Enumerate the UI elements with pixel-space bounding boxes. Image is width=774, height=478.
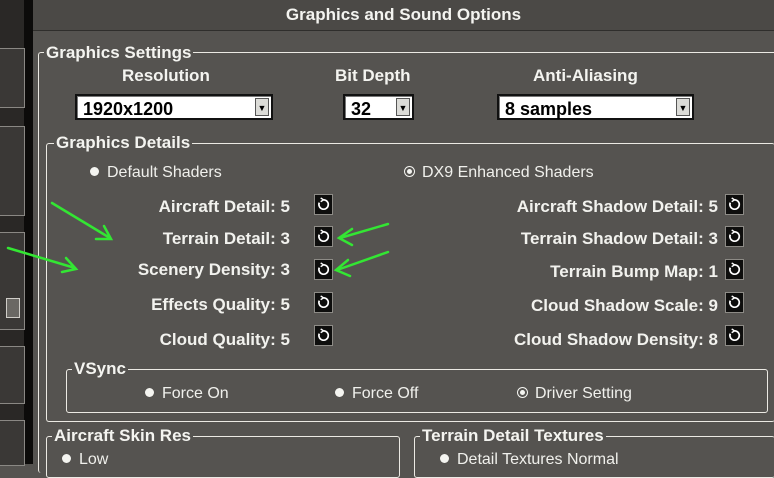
cloud-shadow-scale-label: Cloud Shadow Scale: 9 — [530, 296, 718, 315]
aircraft-detail-label: Aircraft Detail: 5 — [158, 197, 290, 216]
cloud-shadow-density-label: Cloud Shadow Density: 8 — [513, 330, 718, 349]
scenery-density-label: Scenery Density: 3 — [137, 260, 290, 279]
aircraft-shadow-detail-label: Aircraft Shadow Detail: 5 — [516, 197, 718, 216]
vsync-force-on-radio[interactable]: Force On — [145, 384, 229, 404]
radio-dot-icon — [440, 454, 449, 463]
cycle-icon — [318, 295, 330, 308]
side-tab-handle[interactable] — [6, 298, 20, 318]
aircraft-detail-cycle-button[interactable] — [314, 194, 333, 215]
dropdown-arrow-icon[interactable]: ▼ — [255, 98, 269, 116]
vsync-driver-setting-label: Driver Setting — [535, 385, 632, 402]
cycle-icon — [729, 229, 741, 242]
bit-depth-value: 32 — [351, 99, 372, 119]
aircraft-shadow-detail-cycle-button[interactable] — [725, 194, 744, 215]
terrain-detail-cycle-button[interactable] — [314, 226, 333, 247]
radio-dot-icon — [62, 454, 71, 463]
terrain-bump-map-cycle-button[interactable] — [725, 259, 744, 280]
cycle-icon — [318, 229, 330, 242]
vsync-force-on-label: Force On — [162, 385, 229, 402]
resolution-label: Resolution — [122, 66, 210, 85]
detail-textures-normal-radio[interactable]: Detail Textures Normal — [440, 450, 619, 470]
bit-depth-select[interactable]: 32 ▼ — [343, 94, 414, 120]
terrain-shadow-detail-cycle-button[interactable] — [725, 226, 744, 247]
dropdown-arrow-icon[interactable]: ▼ — [396, 98, 410, 116]
dropdown-arrow-icon[interactable]: ▼ — [676, 98, 690, 116]
radio-selected-icon — [405, 167, 414, 176]
radio-dot-icon — [335, 388, 344, 397]
cycle-icon — [729, 328, 741, 341]
radio-dot-icon — [90, 167, 99, 176]
cloud-shadow-scale-cycle-button[interactable] — [725, 292, 744, 313]
effects-quality-label: Effects Quality: 5 — [151, 295, 290, 314]
vsync-force-off-label: Force Off — [352, 385, 419, 402]
default-shaders-radio[interactable]: Default Shaders — [90, 163, 222, 183]
aircraft-skin-res-legend: Aircraft Skin Res — [52, 426, 193, 445]
dx9-shaders-label: DX9 Enhanced Shaders — [422, 164, 594, 181]
resolution-value: 1920x1200 — [83, 99, 174, 119]
graphics-settings-legend: Graphics Settings — [44, 43, 194, 62]
radio-selected-icon — [518, 388, 527, 397]
cycle-icon — [729, 197, 741, 210]
cloud-quality-cycle-button[interactable] — [314, 325, 333, 346]
default-shaders-label: Default Shaders — [107, 164, 222, 181]
terrain-detail-label: Terrain Detail: 3 — [162, 229, 290, 248]
terrain-detail-textures-legend: Terrain Detail Textures — [420, 426, 606, 445]
terrain-bump-map-label: Terrain Bump Map: 1 — [550, 262, 718, 281]
side-tab-2[interactable] — [0, 126, 25, 216]
side-tab-1[interactable] — [0, 48, 25, 108]
cycle-icon — [318, 262, 330, 275]
detail-textures-normal-label: Detail Textures Normal — [457, 451, 619, 468]
cycle-icon — [318, 197, 330, 210]
terrain-shadow-detail-label: Terrain Shadow Detail: 3 — [520, 229, 718, 248]
radio-dot-icon — [145, 388, 154, 397]
cloud-shadow-density-cycle-button[interactable] — [725, 325, 744, 346]
graphics-details-legend: Graphics Details — [54, 133, 193, 152]
cycle-icon — [318, 328, 330, 341]
resolution-select[interactable]: 1920x1200 ▼ — [75, 94, 273, 120]
dx9-shaders-radio[interactable]: DX9 Enhanced Shaders — [405, 163, 594, 183]
vsync-force-off-radio[interactable]: Force Off — [335, 384, 418, 404]
scenery-density-cycle-button[interactable] — [314, 259, 333, 280]
window-title: Graphics and Sound Options — [33, 0, 774, 31]
side-tab-5[interactable] — [0, 420, 25, 466]
window-edge — [24, 0, 33, 464]
vsync-driver-setting-radio[interactable]: Driver Setting — [518, 384, 632, 404]
anti-aliasing-value: 8 samples — [505, 99, 593, 119]
vsync-legend: VSync — [72, 359, 128, 378]
cloud-quality-label: Cloud Quality: 5 — [159, 330, 290, 349]
side-tab-4[interactable] — [0, 346, 25, 404]
cycle-icon — [729, 295, 741, 308]
anti-aliasing-select[interactable]: 8 samples ▼ — [497, 94, 694, 120]
anti-aliasing-label: Anti-Aliasing — [533, 66, 638, 85]
skin-res-low-radio[interactable]: Low — [62, 450, 108, 470]
skin-res-low-label: Low — [79, 451, 109, 468]
cycle-icon — [729, 262, 741, 275]
bit-depth-label: Bit Depth — [335, 66, 411, 85]
effects-quality-cycle-button[interactable] — [314, 292, 333, 313]
